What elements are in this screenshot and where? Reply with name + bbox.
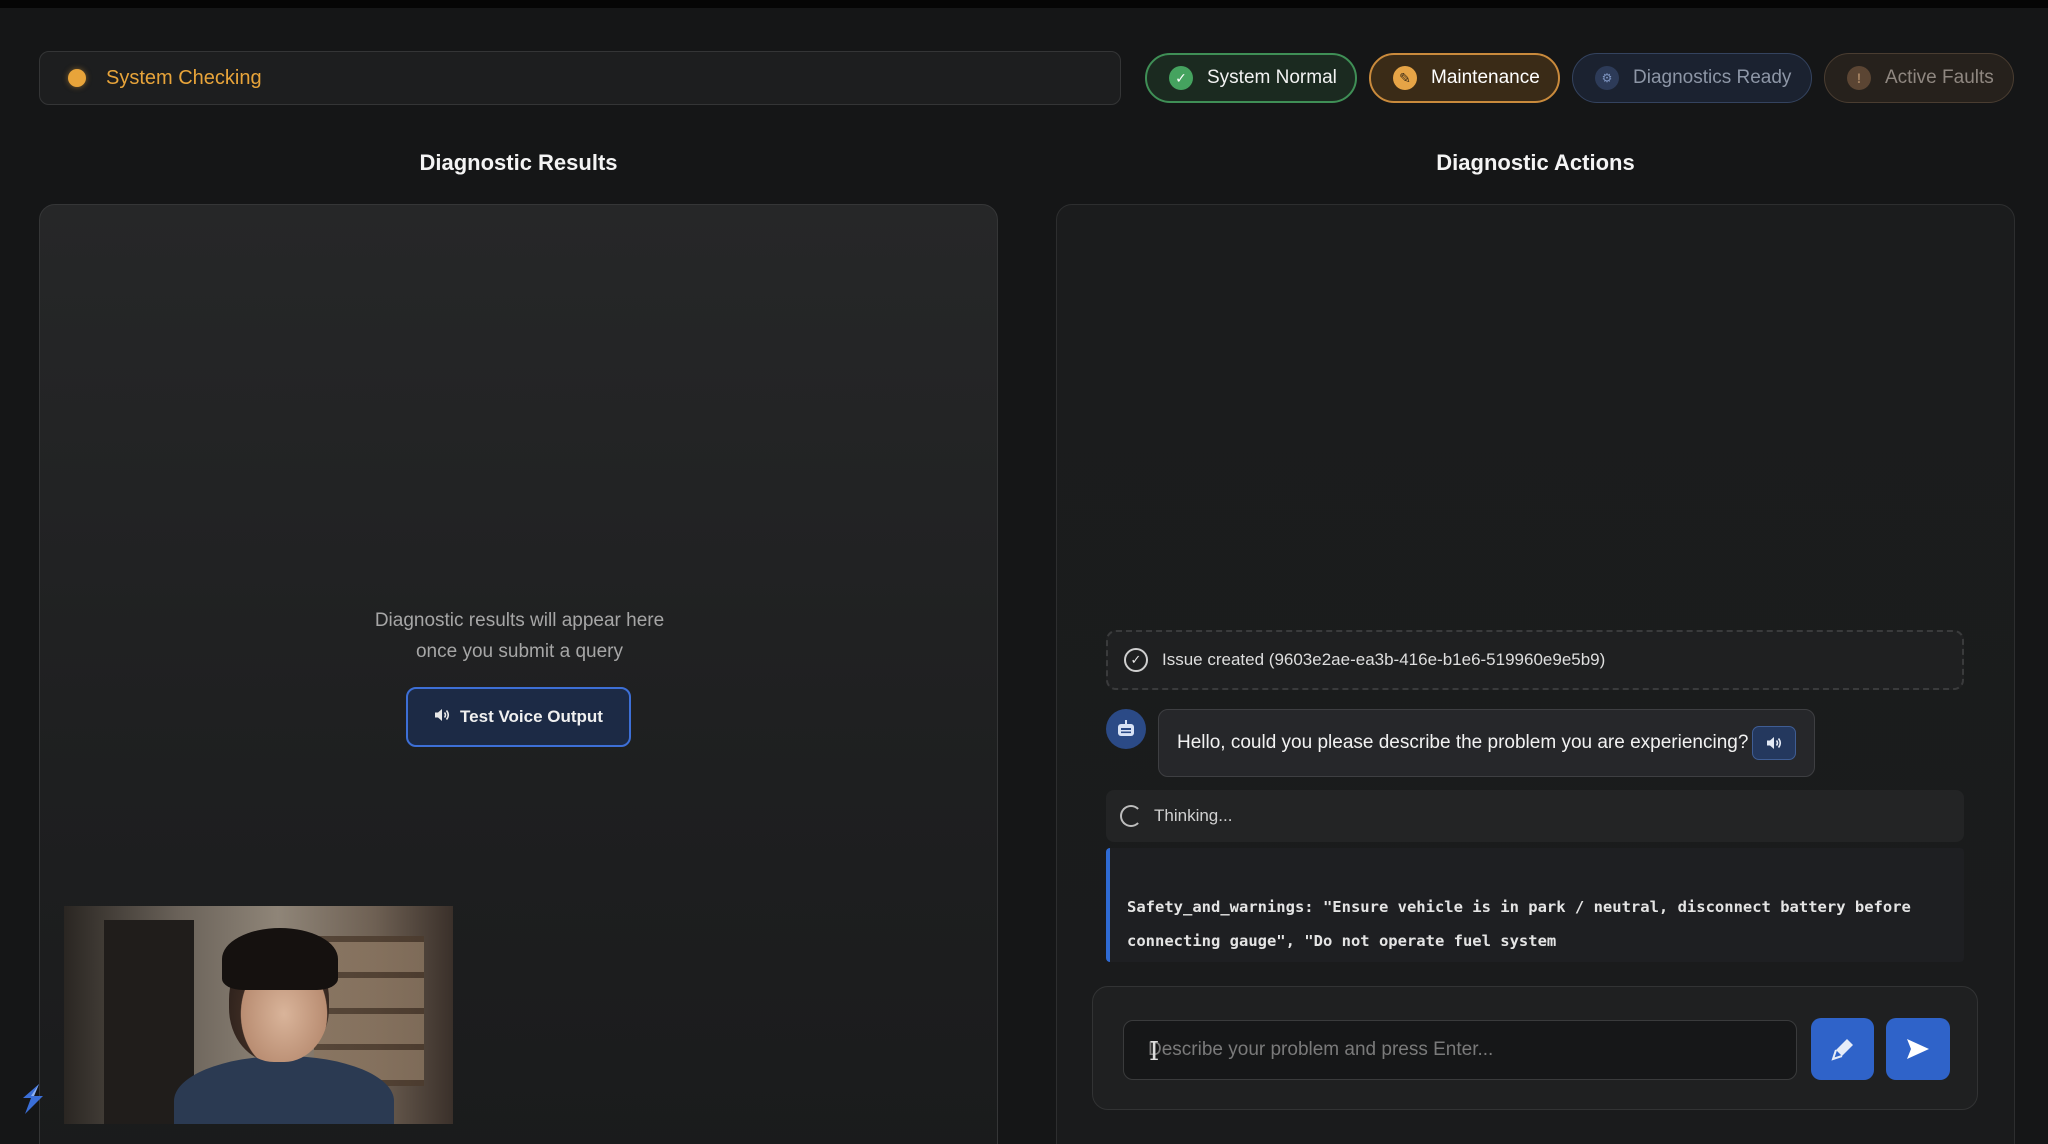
status-pill-label: Maintenance bbox=[1431, 67, 1540, 88]
status-pill-label: System Normal bbox=[1207, 67, 1337, 88]
send-button[interactable] bbox=[1886, 1018, 1950, 1080]
status-pill-diagnostics-ready[interactable]: ⚙ Diagnostics Ready bbox=[1572, 53, 1812, 103]
check-icon: ✓ bbox=[1169, 66, 1193, 90]
diagnostic-results-title: Diagnostic Results bbox=[419, 150, 618, 175]
system-status-text: System Checking bbox=[106, 66, 262, 89]
status-pill-active-faults[interactable]: ! Active Faults bbox=[1824, 53, 2014, 103]
gear-icon: ⚙ bbox=[1595, 66, 1619, 90]
status-pill-maintenance[interactable]: ✎ Maintenance bbox=[1369, 53, 1560, 103]
spinner-icon bbox=[1120, 805, 1142, 827]
microphone-icon bbox=[1830, 1039, 1853, 1061]
status-dot-icon bbox=[68, 69, 86, 87]
chat-input-dock: I bbox=[1092, 986, 1978, 1110]
bot-message-text: Hello, could you please describe the pro… bbox=[1177, 732, 1749, 753]
test-voice-output-button[interactable]: Test Voice Output bbox=[406, 687, 631, 747]
issue-created-notice: ✓ Issue created (9603e2ae-ea3b-416e-b1e6… bbox=[1106, 630, 1964, 690]
speaker-icon bbox=[434, 708, 450, 726]
top-edge bbox=[0, 0, 2048, 8]
status-pill-label: Active Faults bbox=[1885, 67, 1994, 88]
thinking-indicator: Thinking... bbox=[1106, 790, 1964, 842]
results-placeholder: Diagnostic results will appear here once… bbox=[40, 605, 999, 667]
send-icon bbox=[1907, 1039, 1929, 1059]
thinking-text: Thinking... bbox=[1154, 806, 1233, 825]
issue-created-text: Issue created (9603e2ae-ea3b-416e-b1e6-5… bbox=[1162, 650, 1606, 669]
wrench-icon: ✎ bbox=[1393, 66, 1417, 90]
check-circle-icon: ✓ bbox=[1124, 648, 1148, 672]
microphone-button[interactable] bbox=[1811, 1018, 1874, 1080]
alert-icon: ! bbox=[1847, 66, 1871, 90]
results-placeholder-line2: once you submit a query bbox=[415, 641, 623, 662]
problem-description-input[interactable] bbox=[1123, 1020, 1797, 1080]
webcam-video-overlay bbox=[64, 906, 453, 1124]
code-line: Safety_and_warnings: "Ensure vehicle is … bbox=[1127, 898, 1911, 916]
play-message-speaker-button[interactable] bbox=[1752, 726, 1796, 760]
bot-message-bubble: Hello, could you please describe the pro… bbox=[1158, 709, 1815, 777]
app-logo-icon bbox=[16, 1082, 50, 1116]
bot-avatar-icon bbox=[1106, 709, 1146, 749]
code-line: connecting gauge", "Do not operate fuel … bbox=[1127, 932, 1557, 950]
status-pill-system-normal[interactable]: ✓ System Normal bbox=[1145, 53, 1357, 103]
status-pill-label: Diagnostics Ready bbox=[1633, 67, 1792, 88]
streaming-response-code: Safety_and_warnings: "Ensure vehicle is … bbox=[1106, 848, 1964, 962]
system-status-bar: System Checking bbox=[39, 51, 1121, 105]
text-cursor-icon: I bbox=[1149, 1037, 1160, 1067]
test-voice-label: Test Voice Output bbox=[460, 707, 603, 726]
results-placeholder-line1: Diagnostic results will appear here bbox=[374, 610, 665, 631]
speaker-icon bbox=[1767, 737, 1782, 749]
diagnostic-actions-title: Diagnostic Actions bbox=[1436, 150, 1635, 175]
